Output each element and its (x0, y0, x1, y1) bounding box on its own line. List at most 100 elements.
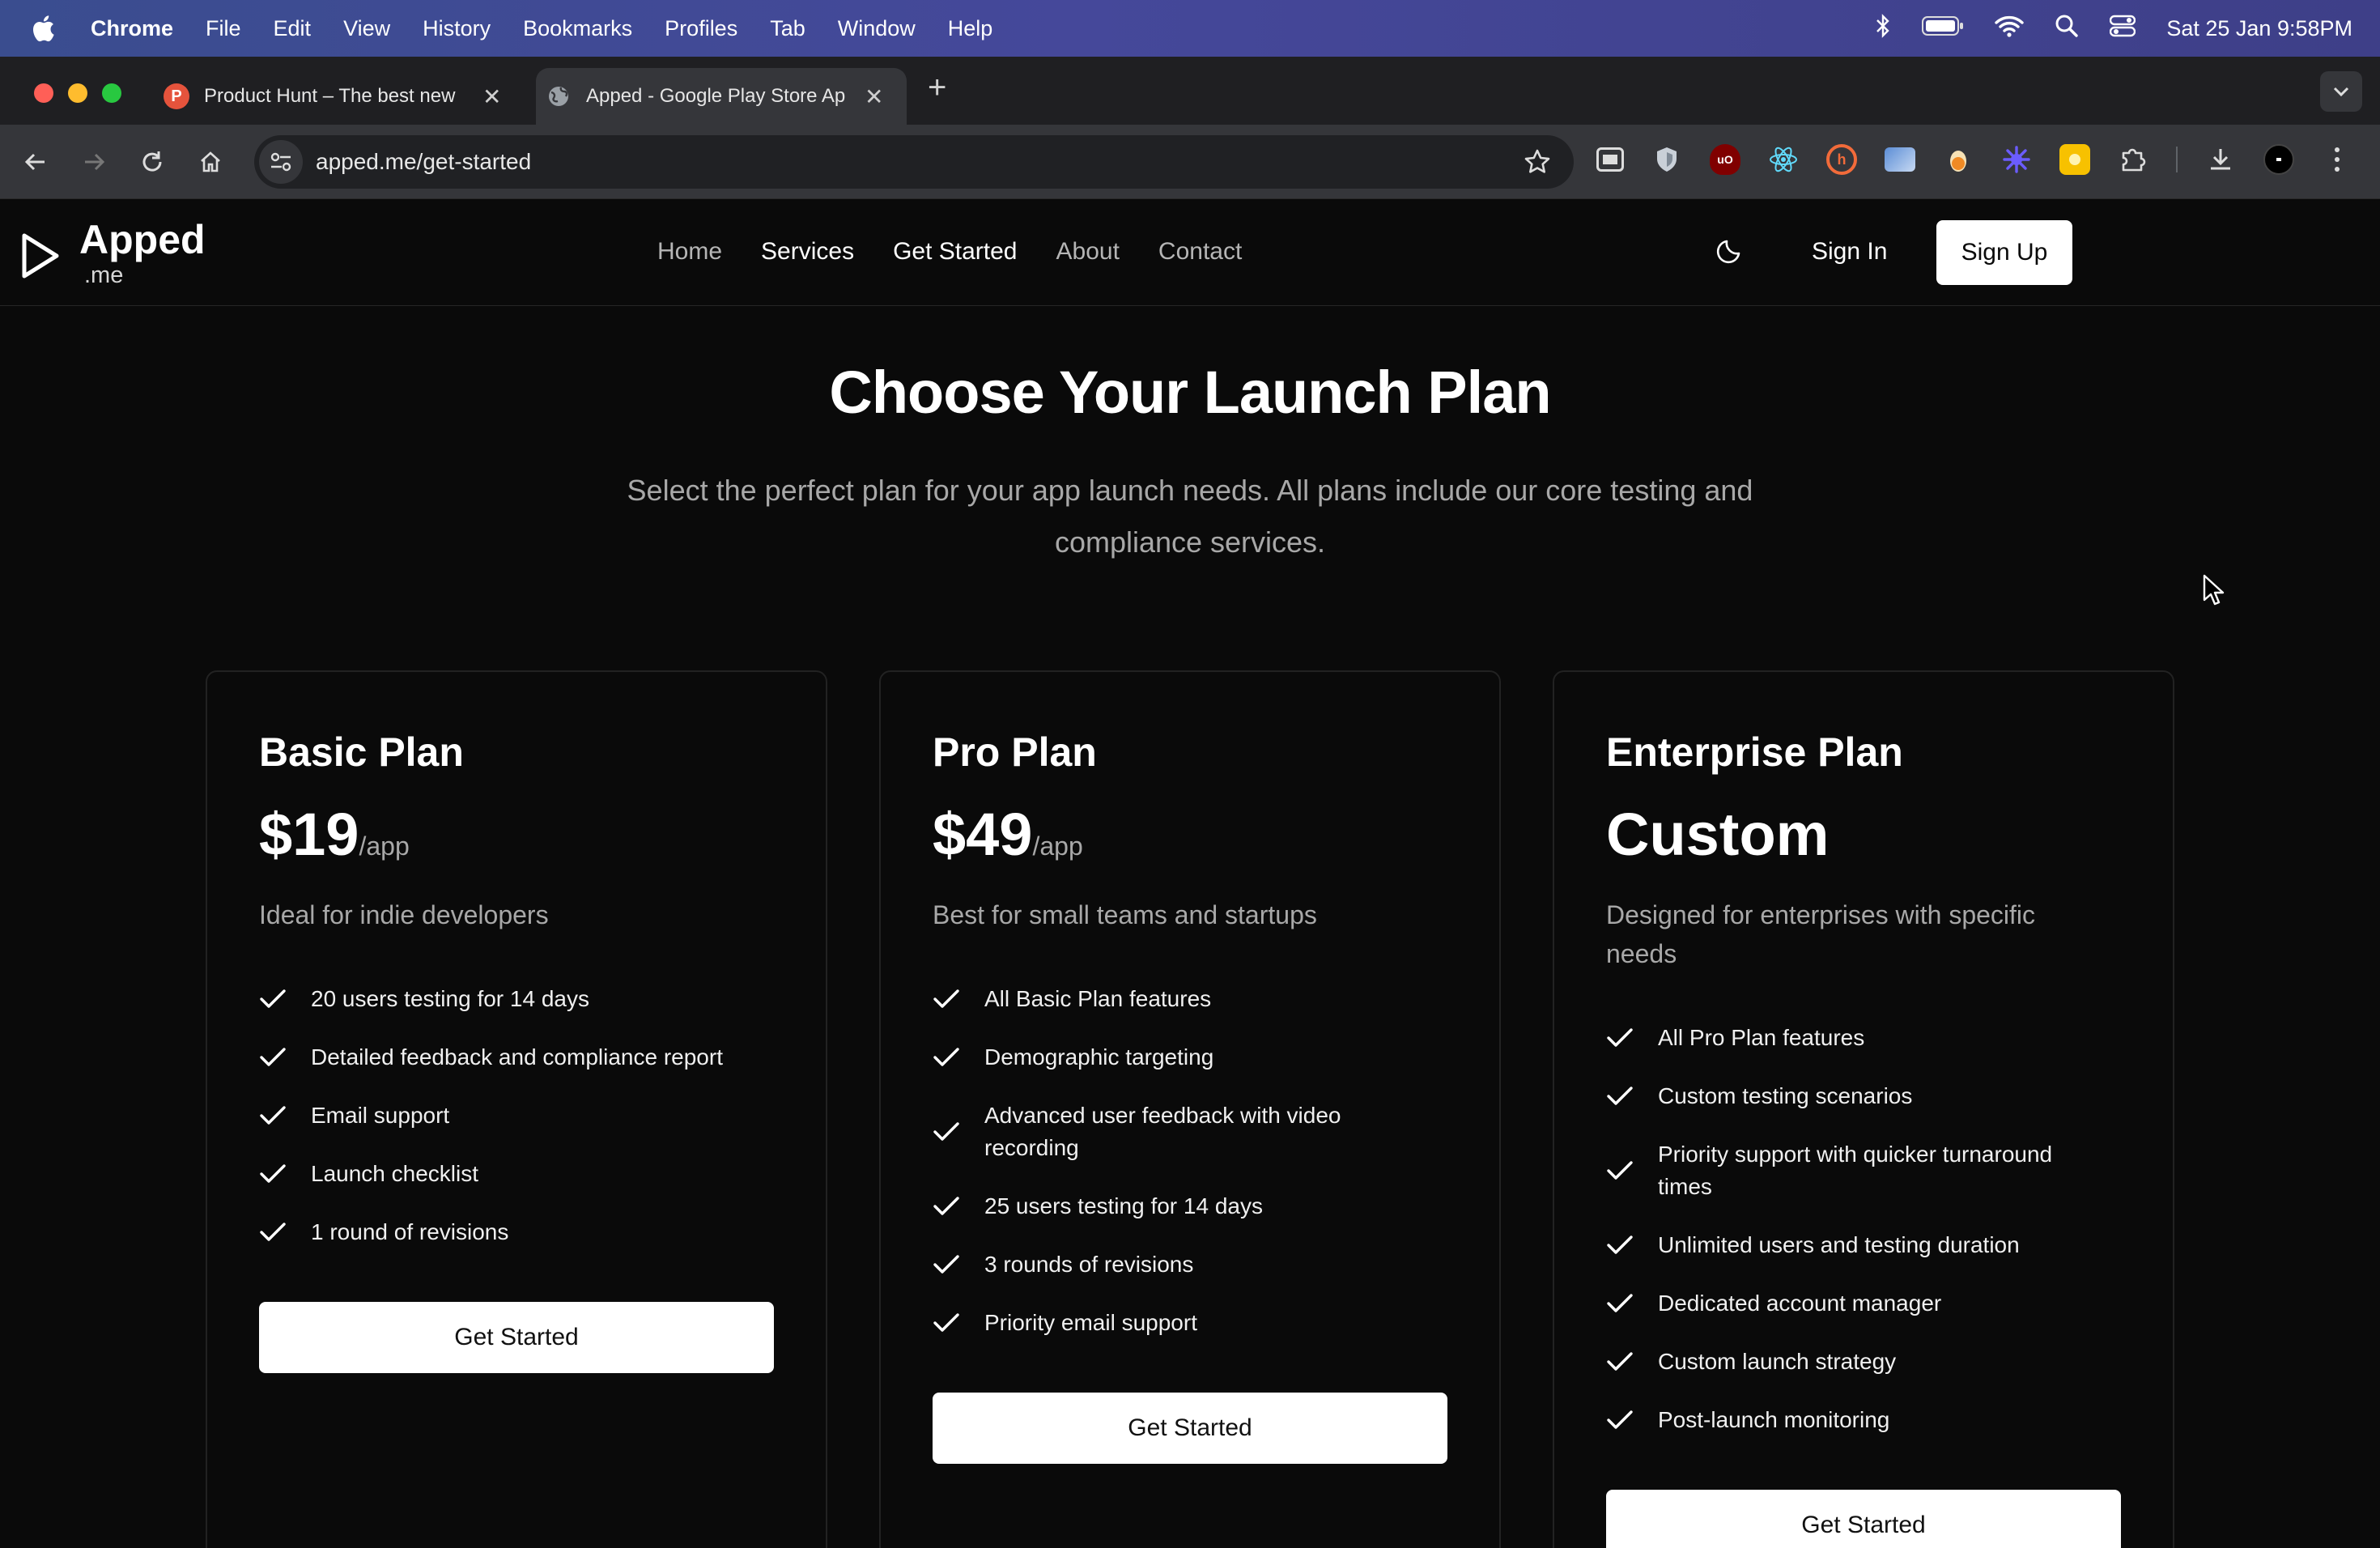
shield-extension-icon[interactable] (1651, 144, 1682, 175)
check-icon (933, 1312, 962, 1333)
price-value: $19 (259, 801, 359, 868)
profile-avatar[interactable] (2263, 144, 2294, 175)
tab-title: Apped - Google Play Store Ap (586, 85, 846, 107)
more-menu-icon[interactable] (2322, 144, 2352, 175)
minimize-window-button[interactable] (68, 83, 87, 103)
check-icon (1606, 1235, 1635, 1256)
nav-home[interactable]: Home (657, 238, 722, 266)
close-tab-icon[interactable]: ✕ (865, 83, 883, 110)
menu-profiles[interactable]: Profiles (665, 16, 737, 41)
menu-bookmarks[interactable]: Bookmarks (523, 16, 632, 41)
menu-edit[interactable]: Edit (274, 16, 312, 41)
feature-text: Custom testing scenarios (1658, 1083, 1913, 1108)
theme-toggle-moon-icon[interactable] (1715, 235, 1745, 270)
home-button[interactable] (194, 146, 227, 178)
tab-product-hunt[interactable]: P Product Hunt – The best new ✕ (154, 68, 518, 125)
menu-history[interactable]: History (423, 16, 491, 41)
react-devtools-icon[interactable] (1768, 144, 1799, 175)
page-subtitle: Select the perfect plan for your app lau… (627, 474, 1753, 559)
battery-icon[interactable] (1922, 15, 1964, 42)
nav-about[interactable]: About (1056, 238, 1120, 266)
orange-extension-icon[interactable]: h (1826, 144, 1857, 175)
feature-text: Advanced user feedback with video record… (984, 1103, 1341, 1160)
get-started-button[interactable]: Get Started (933, 1393, 1447, 1464)
tab-title: Product Hunt – The best new (204, 85, 456, 107)
list-item: 25 users testing for 14 days (933, 1190, 1386, 1223)
nav-get-started[interactable]: Get Started (893, 238, 1017, 266)
check-icon (1606, 1086, 1635, 1107)
site-logo[interactable]: Apped .me (19, 217, 206, 289)
clock-datetime[interactable]: Sat 25 Jan 9:58PM (2166, 16, 2352, 41)
list-item: Dedicated account manager (1606, 1287, 2092, 1320)
spotlight-search-icon[interactable] (2055, 14, 2079, 44)
check-icon (259, 1047, 288, 1068)
zoom-window-button[interactable] (102, 83, 121, 103)
egg-extension-icon[interactable] (1943, 144, 1974, 175)
reader-mode-icon[interactable] (1596, 147, 1624, 172)
list-item: All Pro Plan features (1606, 1022, 2092, 1054)
feature-list: All Basic Plan features Demographic targ… (933, 983, 1386, 1365)
close-window-button[interactable] (34, 83, 53, 103)
feature-text: 3 rounds of revisions (984, 1252, 1194, 1277)
check-icon (933, 1047, 962, 1068)
url-text[interactable]: apped.me/get-started (316, 149, 531, 175)
apple-menu-icon[interactable] (31, 15, 62, 42)
list-item: 20 users testing for 14 days (259, 983, 777, 1015)
control-center-icon[interactable] (2110, 15, 2136, 43)
feature-text: 1 round of revisions (311, 1219, 509, 1244)
window-controls (34, 83, 121, 103)
macos-menu-bar: Chrome File Edit View History Bookmarks … (0, 0, 2380, 57)
check-icon (1606, 1351, 1635, 1372)
feature-text: Email support (311, 1103, 450, 1128)
bookmark-star-icon[interactable] (1524, 148, 1551, 180)
chevron-down-icon (2333, 87, 2349, 97)
feature-list: All Pro Plan features Custom testing sce… (1606, 1022, 2092, 1462)
address-bar[interactable]: apped.me/get-started (254, 135, 1574, 189)
tab-apped[interactable]: Apped - Google Play Store Ap ✕ (536, 68, 907, 125)
forward-button[interactable] (78, 146, 110, 178)
tab-search-button[interactable] (2320, 71, 2362, 112)
menu-tab[interactable]: Tab (770, 16, 805, 41)
bluetooth-icon[interactable] (1875, 13, 1891, 44)
screenshot-extension-icon[interactable] (1885, 147, 1915, 172)
feature-text: All Pro Plan features (1658, 1025, 1865, 1050)
check-icon (1606, 1293, 1635, 1314)
arrow-left-icon (24, 153, 45, 171)
list-item: Demographic targeting (933, 1041, 1386, 1074)
reload-button[interactable] (136, 146, 168, 178)
get-started-button[interactable]: Get Started (259, 1302, 774, 1373)
sign-up-button[interactable]: Sign Up (1936, 220, 2072, 285)
check-icon (933, 1196, 962, 1217)
get-started-button[interactable]: Get Started (1606, 1490, 2121, 1548)
menu-view[interactable]: View (343, 16, 390, 41)
back-button[interactable] (19, 146, 52, 178)
menu-file[interactable]: File (206, 16, 241, 41)
check-icon (933, 1121, 962, 1142)
site-info-icon[interactable] (259, 140, 303, 184)
plan-card-pro: Pro Plan $49/app Best for small teams an… (879, 670, 1501, 1548)
new-tab-button[interactable]: + (928, 70, 946, 106)
check-icon (933, 989, 962, 1010)
list-item: 1 round of revisions (259, 1216, 777, 1248)
wifi-icon[interactable] (1995, 15, 2025, 43)
yellow-extension-icon[interactable] (2059, 144, 2090, 175)
puzzle-extensions-icon[interactable] (2118, 144, 2148, 175)
menu-app-name[interactable]: Chrome (91, 16, 173, 41)
check-icon (1606, 1410, 1635, 1431)
gear-burst-extension-icon[interactable] (2001, 144, 2032, 175)
nav-contact[interactable]: Contact (1158, 238, 1242, 266)
plan-description: Ideal for indie developers (259, 900, 549, 929)
feature-list: 20 users testing for 14 days Detailed fe… (259, 983, 777, 1274)
download-icon[interactable] (2205, 144, 2236, 175)
check-icon (933, 1254, 962, 1275)
menu-window[interactable]: Window (838, 16, 916, 41)
home-icon (201, 151, 220, 172)
reload-icon (142, 151, 162, 172)
ublock-origin-icon[interactable]: uO (1710, 144, 1740, 175)
nav-services[interactable]: Services (761, 238, 854, 266)
close-tab-icon[interactable]: ✕ (482, 83, 501, 110)
menu-help[interactable]: Help (948, 16, 993, 41)
sign-in-button[interactable]: Sign In (1812, 238, 1887, 266)
toolbar-divider (2176, 147, 2178, 172)
list-item: Priority support with quicker turnaround… (1606, 1138, 2092, 1203)
